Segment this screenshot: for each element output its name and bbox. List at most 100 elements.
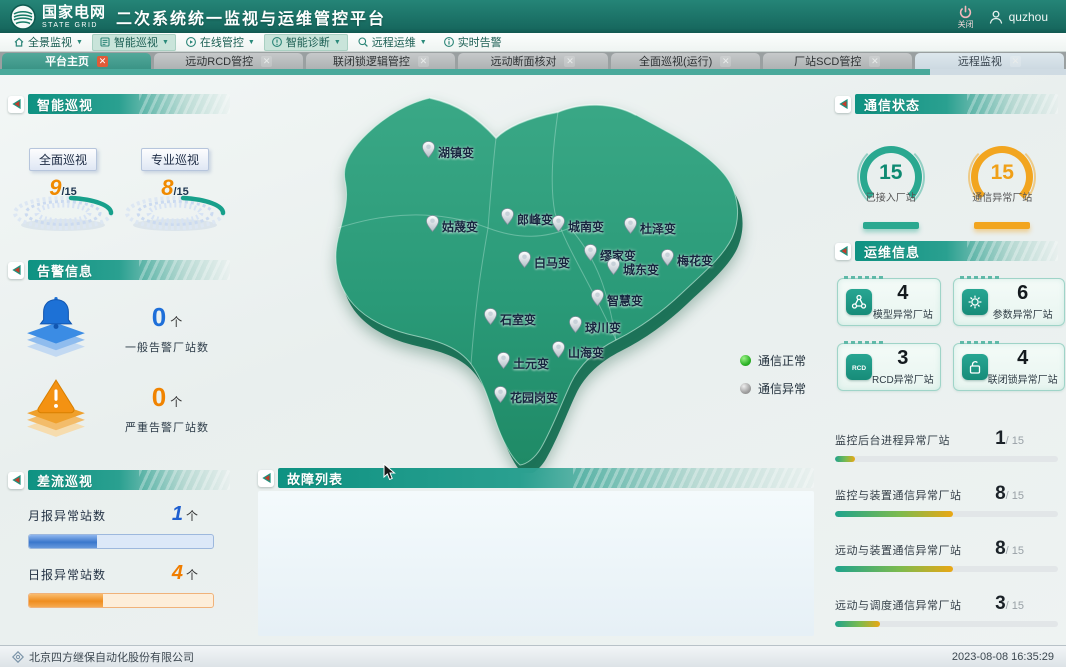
company-logo-icon [12,651,24,663]
ops-card-1[interactable]: 6 参数异常厂站 [953,278,1065,326]
station-pin-8[interactable]: 梅花变 [661,249,713,271]
stat-value: 8 [995,483,1006,504]
panel-arrow-icon[interactable] [8,472,24,489]
patrol-gauge-0: 全面巡视 9/15 [10,148,116,237]
power-icon [958,5,973,20]
station-pin-5[interactable]: 白马变 [518,251,570,273]
panel-arrow-icon[interactable] [835,243,851,260]
station-name: 山海变 [568,344,604,361]
map-pin-icon [501,208,514,230]
tab-label: 远程监视 [958,53,1002,69]
menu-item-1[interactable]: 智能巡视 ▼ [92,34,176,51]
tab-5[interactable]: 厂站SCD管控 ✕ [763,53,912,69]
station-pin-7[interactable]: 城东变 [607,258,659,280]
tab-3[interactable]: 远动断面核对 ✕ [458,53,607,69]
top-header: 国家电网 STATE GRID 二次系统统一监视与运维管控平台 关闭 quzho… [0,0,1066,33]
map-pin-icon [591,289,604,311]
station-pin-14[interactable]: 花园岗变 [494,386,558,408]
station-pin-9[interactable]: 智慧变 [591,289,643,311]
tab-4[interactable]: 全面巡视(运行) ✕ [611,53,760,69]
region-map: 湖镇变 姑蔑变 郎峰变 城南变 杜泽变 白马变 缪家变 城东变 梅花变 智慧变 … [330,88,750,473]
menu-item-5[interactable]: 实时告警 [436,34,509,51]
diff-row-0: 月报异常站数 1个 [8,490,230,549]
list-icon [99,36,111,48]
stat-label: 监控与装置通信异常厂站 [835,487,962,503]
stat-label: 远动与调度通信异常厂站 [835,597,962,613]
stat-total: / 15 [1006,435,1024,447]
gauge-total: /15 [61,186,76,198]
station-pin-11[interactable]: 球川变 [569,316,621,338]
comm-label: 通信异常厂站 [957,189,1047,204]
menu-item-0[interactable]: 全景监视 ▼ [6,34,90,51]
panel-arrow-icon[interactable] [258,470,274,487]
chevron-down-icon: ▼ [162,39,169,46]
ops-label: 参数异常厂站 [988,306,1058,321]
process-stats-list: 监控后台进程异常厂站 1/ 15 监控与装置通信异常厂站 8/ 15 远动与装置… [835,428,1058,648]
stat-total: / 15 [1006,600,1024,612]
close-icon[interactable]: ✕ [97,56,108,67]
username: quzhou [1009,10,1048,24]
close-icon[interactable]: ✕ [564,56,575,67]
gauge-label: 全面巡视 [29,148,97,171]
tab-2[interactable]: 联闭锁逻辑管控 ✕ [306,53,455,69]
station-name: 智慧变 [607,292,643,309]
rcd-icon: RCD [846,354,872,380]
close-icon[interactable]: ✕ [720,56,731,67]
close-icon[interactable]: ✕ [1010,56,1021,67]
menu-item-3[interactable]: 智能诊断 ▼ [264,34,348,51]
menu-item-label: 全景监视 [28,34,72,50]
ops-card-2[interactable]: RCD 3 RCD异常厂站 [837,343,941,391]
diff-value: 4 [172,562,183,584]
tab-bar: 平台主页 ✕ 远动RCD管控 ✕ 联闭锁逻辑管控 ✕ 远动断面核对 ✕ 全面巡视… [0,52,1066,69]
gauge-label: 专业巡视 [141,148,209,171]
station-name: 土元变 [513,355,549,372]
diff-progress-bar [28,534,214,549]
legend-label: 通信正常 [758,352,806,369]
menu-item-label: 实时告警 [458,34,502,50]
panel-arrow-icon[interactable] [8,262,24,279]
map-pin-icon [497,352,510,374]
close-icon[interactable]: ✕ [261,56,272,67]
close-icon[interactable]: ✕ [418,56,429,67]
menu-item-4[interactable]: 远程运维 ▼ [350,34,434,51]
play-circle-icon [185,36,197,48]
status-dot-icon [740,383,751,394]
station-pin-4[interactable]: 杜泽变 [624,217,676,239]
alarm-item-0: 0个 一般告警厂站数 [8,296,230,360]
alarm-count: 0 [152,302,166,332]
panel-title: 故障列表 [287,469,343,488]
station-pin-0[interactable]: 湖镇变 [422,141,474,163]
station-name: 姑蔑变 [442,218,478,235]
ops-label: 模型异常厂站 [872,306,934,321]
menu-item-2[interactable]: 在线管控 ▼ [178,34,262,51]
comm-gauge-0: 15 已接入厂站 [839,146,943,229]
panel-title: 运维信息 [864,242,920,261]
user-account[interactable]: quzhou [988,9,1048,25]
panel-arrow-icon[interactable] [8,96,24,113]
ops-card-3[interactable]: 4 联闭锁异常厂站 [953,343,1065,391]
station-pin-2[interactable]: 郎峰变 [501,208,553,230]
tab-0[interactable]: 平台主页 ✕ [2,53,151,69]
tab-label: 全面巡视(运行) [639,53,712,69]
power-close-button[interactable]: 关闭 [958,5,974,29]
stat-progress-bar [835,566,1058,572]
home-icon [13,36,25,48]
ops-card-0[interactable]: 4 模型异常厂站 [837,278,941,326]
process-stat-3: 远动与调度通信异常厂站 3/ 15 [835,593,1058,627]
station-pin-13[interactable]: 土元变 [497,352,549,374]
station-pin-1[interactable]: 姑蔑变 [426,215,478,237]
tab-6[interactable]: 远程监视 ✕ [915,53,1064,69]
parameter-icon [962,289,988,315]
tab-1[interactable]: 远动RCD管控 ✕ [154,53,303,69]
close-icon[interactable]: ✕ [869,56,880,67]
ops-label: RCD异常厂站 [872,371,934,386]
alert-icon [443,36,455,48]
station-pin-12[interactable]: 山海变 [552,341,604,363]
panel-arrow-icon[interactable] [835,96,851,113]
station-pin-3[interactable]: 城南变 [552,215,604,237]
stat-progress-bar [835,621,1058,627]
station-pin-10[interactable]: 石室变 [484,308,536,330]
menu-item-label: 在线管控 [200,34,244,50]
state-grid-logo [10,4,36,30]
station-name: 白马变 [534,254,570,271]
